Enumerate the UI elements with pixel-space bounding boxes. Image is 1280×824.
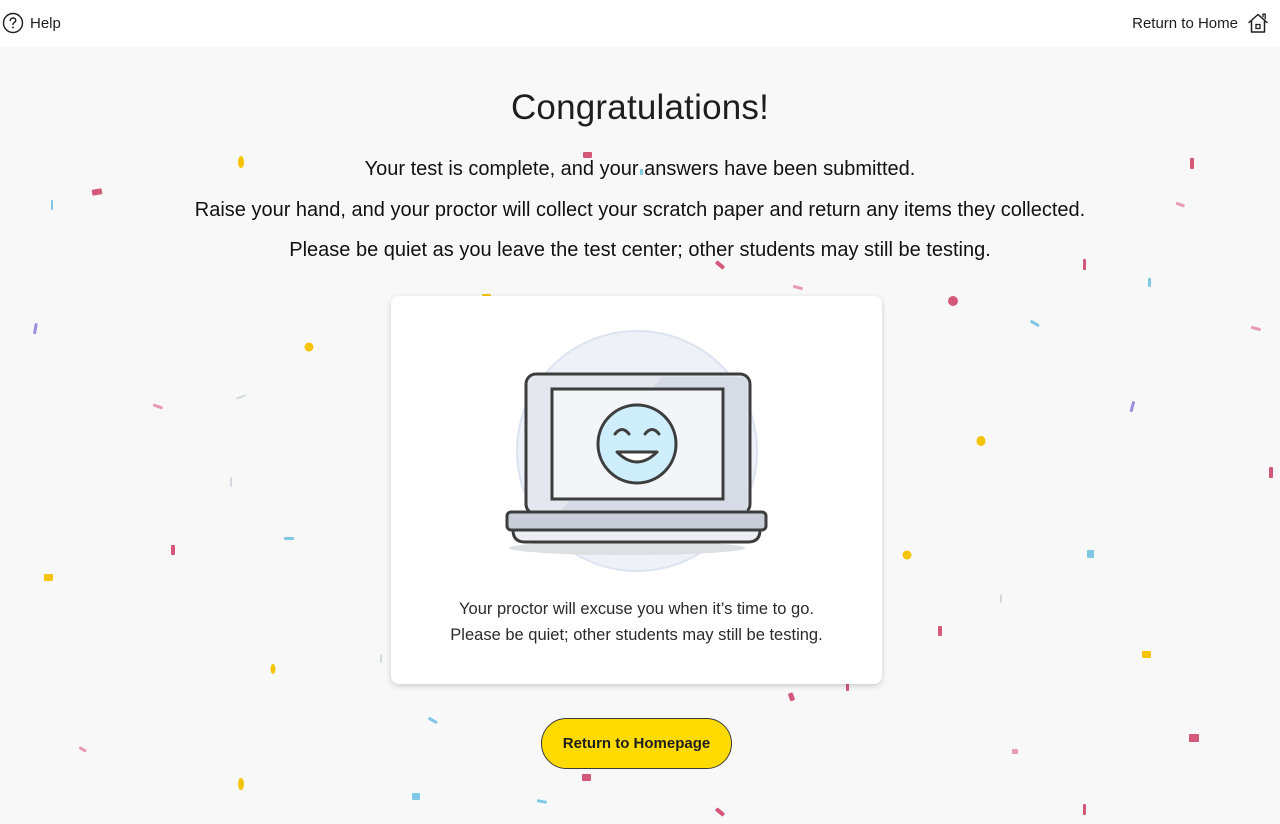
card-excuse-text: Your proctor will excuse you when it’s t… [459,600,814,618]
quiet-message: Please be quiet as you leave the test ce… [289,239,991,261]
proctor-message: Raise your hand, and your proctor will c… [194,199,1086,221]
completion-card: Your proctor will excuse you when it’s t… [391,296,882,684]
help-button[interactable]: Help [2,11,61,35]
return-to-home-link[interactable]: Return to Home [1132,11,1270,35]
completion-message: Your test is complete, and your answers … [364,158,916,180]
laptop-smiley-illustration [501,326,771,581]
return-to-home-label: Return to Home [1132,14,1238,32]
house-icon [1246,11,1270,35]
help-label: Help [30,14,61,32]
page-title: Congratulations! [510,88,770,127]
card-quiet-text: Please be quiet; other students may stil… [450,626,823,644]
question-circle-icon [2,12,24,34]
top-bar: Help Return to Home [0,0,1280,47]
return-to-homepage-button[interactable]: Return to Homepage [541,718,732,769]
